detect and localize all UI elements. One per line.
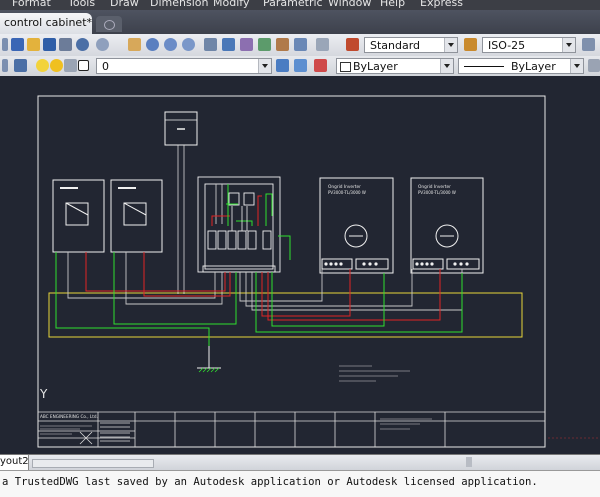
pan-hand-icon[interactable] <box>128 38 141 51</box>
print-icon[interactable] <box>59 38 72 51</box>
scroll-splitter[interactable] <box>466 457 472 467</box>
menu-format[interactable]: Format <box>12 0 51 9</box>
chevron-down-icon[interactable] <box>258 59 271 73</box>
grip-icon <box>2 59 8 72</box>
make-current-layer-icon[interactable] <box>276 59 289 72</box>
new-file-icon[interactable] <box>11 38 24 51</box>
new-drawing-icon <box>104 20 115 30</box>
zoom-previous-icon[interactable] <box>182 38 195 51</box>
dimension-style-value: ISO-25 <box>488 39 526 52</box>
design-center-icon[interactable] <box>222 38 235 51</box>
color-select[interactable]: ByLayer <box>336 58 454 74</box>
menu-modify[interactable]: Modify <box>213 0 249 9</box>
open-folder-icon[interactable] <box>27 38 40 51</box>
command-line-history: a TrustedDWG last saved by an Autodesk a… <box>2 476 538 488</box>
chevron-down-icon[interactable] <box>570 59 583 73</box>
grip-icon <box>2 38 8 51</box>
redo-icon[interactable] <box>96 38 109 51</box>
chevron-down-icon[interactable] <box>440 59 453 73</box>
menu-parametric[interactable]: Parametric <box>263 0 323 9</box>
layers-toolbar: 0 ByLayer ByLayer <box>0 56 600 77</box>
save-icon[interactable] <box>43 38 56 51</box>
linetype-select[interactable]: ByLayer <box>458 58 584 74</box>
quickcalc-icon[interactable] <box>294 38 307 51</box>
earth-ground-symbol <box>197 346 221 369</box>
layer-properties-icon[interactable] <box>14 59 27 72</box>
menu-tools[interactable]: Tools <box>68 0 95 9</box>
help-icon[interactable] <box>316 38 329 51</box>
title-block <box>38 411 545 447</box>
wiring-white-verticals <box>231 206 248 231</box>
layer-select[interactable]: 0 <box>96 58 272 74</box>
sheet-set-icon[interactable] <box>258 38 271 51</box>
menu-dimension[interactable]: Dimension <box>150 0 208 9</box>
tool-palettes-icon[interactable] <box>240 38 253 51</box>
layer-value: 0 <box>102 60 109 73</box>
layout-tabs-bar: yout2 <box>0 454 600 471</box>
new-tab-button[interactable] <box>96 16 122 32</box>
menu-bar: Format Tools Draw Dimension Modify Param… <box>0 0 600 10</box>
linetype-value: ByLayer <box>511 60 556 73</box>
pv-combiner-box-2 <box>110 179 163 253</box>
control-cabinet-assembly <box>197 176 281 273</box>
layout-tab-layout2[interactable]: yout2 <box>0 455 29 470</box>
lock-icon[interactable] <box>64 59 77 72</box>
cad-drawing: ABC ENGINEERING Co., Ltd. Ongrid Inverte… <box>37 95 600 448</box>
text-style-select[interactable]: Standard <box>364 37 458 53</box>
drawing-notes <box>339 365 410 382</box>
chevron-down-icon[interactable] <box>562 38 575 52</box>
layer-on-bulb-icon[interactable] <box>36 59 49 72</box>
text-style-icon[interactable] <box>346 38 359 51</box>
command-line[interactable]: a TrustedDWG last saved by an Autodesk a… <box>0 470 600 497</box>
document-tab-label: control cabinet* <box>4 16 93 29</box>
menu-window[interactable]: Window <box>328 0 371 9</box>
zoom-window-icon[interactable] <box>164 38 177 51</box>
standard-toolbar: Standard ISO-25 <box>0 34 600 57</box>
layer-color-swatch[interactable] <box>78 60 89 71</box>
menu-help[interactable]: Help <box>380 0 405 9</box>
wiring-green <box>55 184 463 346</box>
menu-draw[interactable]: Draw <box>110 0 139 9</box>
layer-state-icon[interactable] <box>314 59 327 72</box>
lineweight-icon[interactable] <box>588 59 600 72</box>
layer-previous-icon[interactable] <box>294 59 307 72</box>
ucs-y-axis-label: Y <box>39 387 48 401</box>
chevron-down-icon[interactable] <box>444 38 457 52</box>
menu-express[interactable]: Express <box>420 0 463 9</box>
markup-icon[interactable] <box>276 38 289 51</box>
dimension-style-icon[interactable] <box>464 38 477 51</box>
drawing-canvas[interactable]: ABC ENGINEERING Co., Ltd. Ongrid Inverte… <box>0 76 600 454</box>
inverter-1-model: PV3000-TL/3000 W <box>328 190 366 195</box>
horizontal-scrollbar[interactable] <box>32 459 154 468</box>
color-value: ByLayer <box>353 60 398 73</box>
dimension-style-select[interactable]: ISO-25 <box>482 37 576 53</box>
inverter-2-model: PV3000-TL/3000 W <box>418 190 456 195</box>
ground-hatching <box>198 367 220 373</box>
cable-tray-outline <box>48 292 523 338</box>
title-block-company: ABC ENGINEERING Co., Ltd. <box>40 414 98 419</box>
text-style-value: Standard <box>370 39 421 52</box>
table-style-icon[interactable] <box>582 38 595 51</box>
document-tab-control-cabinet[interactable]: control cabinet* <box>0 13 92 34</box>
zoom-realtime-icon[interactable] <box>146 38 159 51</box>
pv-combiner-box-1 <box>52 179 105 253</box>
document-tab-bar: control cabinet* <box>0 10 600 34</box>
layout-tab-label: yout2 <box>0 456 29 467</box>
color-swatch <box>340 62 351 72</box>
properties-icon[interactable] <box>204 38 217 51</box>
undo-icon[interactable] <box>76 38 89 51</box>
sun-freeze-icon[interactable] <box>50 59 63 72</box>
linetype-preview <box>464 66 504 67</box>
